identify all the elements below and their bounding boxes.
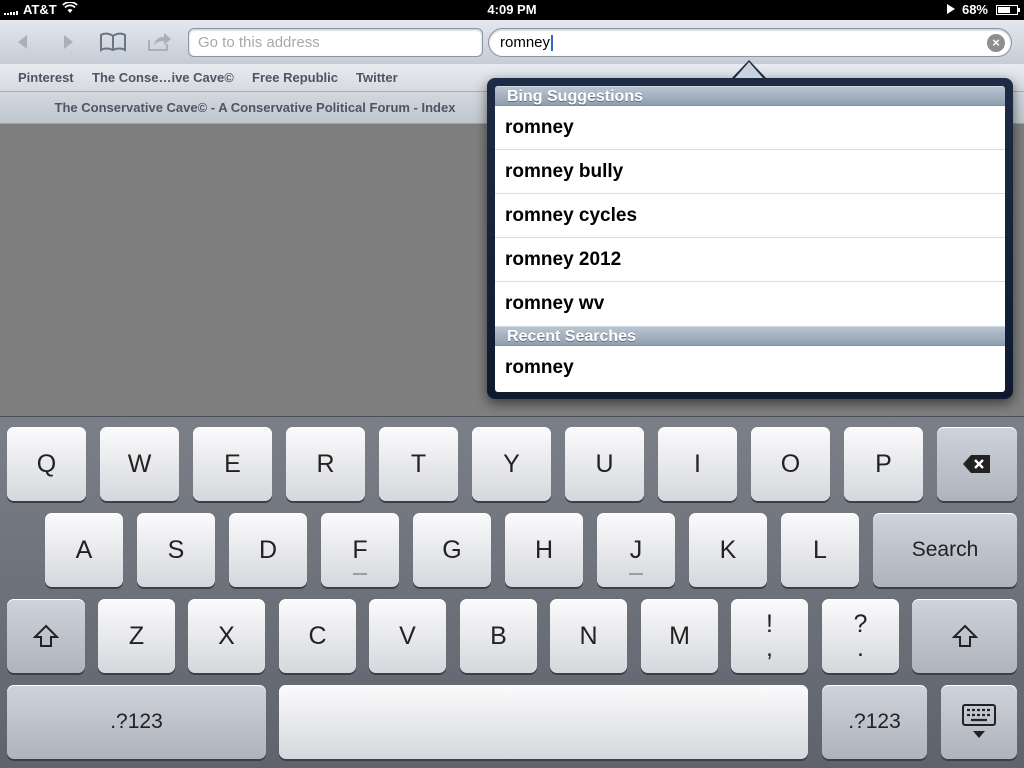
- browser-toolbar: Go to this address romney ×: [0, 20, 1024, 64]
- key-i[interactable]: I: [658, 427, 737, 501]
- key-c[interactable]: C: [279, 599, 356, 673]
- text-cursor: [551, 35, 554, 52]
- space-bar[interactable]: [279, 685, 808, 759]
- battery-percent: 68%: [961, 2, 988, 17]
- shift-key-right[interactable]: [912, 599, 1017, 673]
- clear-text-icon[interactable]: ×: [987, 34, 1005, 52]
- backspace-icon: [962, 454, 992, 474]
- key-question-period[interactable]: ?.: [822, 599, 899, 673]
- battery-icon: [996, 4, 1020, 15]
- key-f[interactable]: F: [321, 513, 399, 587]
- bookmarks-book-icon[interactable]: [96, 27, 130, 57]
- key-y[interactable]: Y: [472, 427, 551, 501]
- popover-arrow-inner: [735, 62, 763, 78]
- key-o[interactable]: O: [751, 427, 830, 501]
- home-row-notch: [629, 573, 643, 575]
- key-a[interactable]: A: [45, 513, 123, 587]
- key-t[interactable]: T: [379, 427, 458, 501]
- bookmark-item-free-republic[interactable]: Free Republic: [252, 70, 338, 85]
- search-key[interactable]: Search: [873, 513, 1017, 587]
- bookmark-item-pinterest[interactable]: Pinterest: [18, 70, 74, 85]
- suggestions-list: Bing Suggestions romney romney bully rom…: [495, 86, 1005, 392]
- key-q[interactable]: Q: [7, 427, 86, 501]
- key-n[interactable]: N: [550, 599, 627, 673]
- numbers-key-right[interactable]: .?123: [822, 685, 927, 759]
- suggestion-item[interactable]: romney: [495, 106, 1005, 150]
- key-punct-top: !: [766, 610, 773, 638]
- key-f-label: F: [352, 535, 368, 564]
- key-r[interactable]: R: [286, 427, 365, 501]
- search-field-text: romney: [500, 34, 551, 51]
- bookmark-item-conservative-cave[interactable]: The Conse…ive Cave©: [92, 70, 234, 85]
- key-s[interactable]: S: [137, 513, 215, 587]
- key-punct-top: ?: [853, 610, 868, 638]
- back-arrow-icon[interactable]: [6, 27, 40, 57]
- bing-suggestions-header: Bing Suggestions: [495, 86, 1005, 106]
- address-field[interactable]: Go to this address: [188, 28, 483, 57]
- key-z[interactable]: Z: [98, 599, 175, 673]
- key-u[interactable]: U: [565, 427, 644, 501]
- clock: 4:09 PM: [487, 2, 537, 17]
- suggestions-popover: Bing Suggestions romney romney bully rom…: [487, 78, 1013, 399]
- key-exclamation-comma[interactable]: !,: [731, 599, 808, 673]
- suggestion-item[interactable]: romney bully: [495, 150, 1005, 194]
- key-punct-bottom: ,: [766, 634, 773, 662]
- home-row-notch: [353, 573, 367, 575]
- battery-fill: [998, 6, 1011, 13]
- key-g[interactable]: G: [413, 513, 491, 587]
- hide-keyboard-key[interactable]: [941, 685, 1017, 759]
- suggestion-item[interactable]: romney 2012: [495, 238, 1005, 282]
- key-p[interactable]: P: [844, 427, 923, 501]
- play-icon: [946, 2, 956, 17]
- page-title: The Conservative Cave© - A Conservative …: [54, 100, 456, 115]
- bookmark-item-twitter[interactable]: Twitter: [356, 70, 398, 85]
- key-v[interactable]: V: [369, 599, 446, 673]
- shift-icon: [951, 624, 978, 648]
- key-m[interactable]: M: [641, 599, 718, 673]
- recent-searches-header: Recent Searches: [495, 326, 1005, 346]
- key-j-label: J: [629, 535, 643, 564]
- backspace-key[interactable]: [937, 427, 1017, 501]
- key-w[interactable]: W: [100, 427, 179, 501]
- search-field[interactable]: romney ×: [488, 28, 1012, 57]
- forward-arrow-icon[interactable]: [51, 27, 85, 57]
- keyboard-dismiss-icon: [962, 704, 996, 740]
- shift-key-left[interactable]: [7, 599, 85, 673]
- suggestion-item[interactable]: romney wv: [495, 282, 1005, 326]
- key-e[interactable]: E: [193, 427, 272, 501]
- suggestion-item[interactable]: romney cycles: [495, 194, 1005, 238]
- key-k[interactable]: K: [689, 513, 767, 587]
- status-bar: AT&T 4:09 PM 68%: [0, 0, 1024, 20]
- key-d[interactable]: D: [229, 513, 307, 587]
- shift-icon: [33, 624, 59, 648]
- key-b[interactable]: B: [460, 599, 537, 673]
- share-icon[interactable]: [142, 27, 176, 57]
- recent-search-item[interactable]: romney: [495, 346, 1005, 390]
- key-j[interactable]: J: [597, 513, 675, 587]
- key-punct-bottom: .: [857, 634, 864, 662]
- onscreen-keyboard: Q W E R T Y U I O P A S D F G H J K L Se…: [0, 416, 1024, 768]
- key-l[interactable]: L: [781, 513, 859, 587]
- key-h[interactable]: H: [505, 513, 583, 587]
- key-x[interactable]: X: [188, 599, 265, 673]
- numbers-key-left[interactable]: .?123: [7, 685, 266, 759]
